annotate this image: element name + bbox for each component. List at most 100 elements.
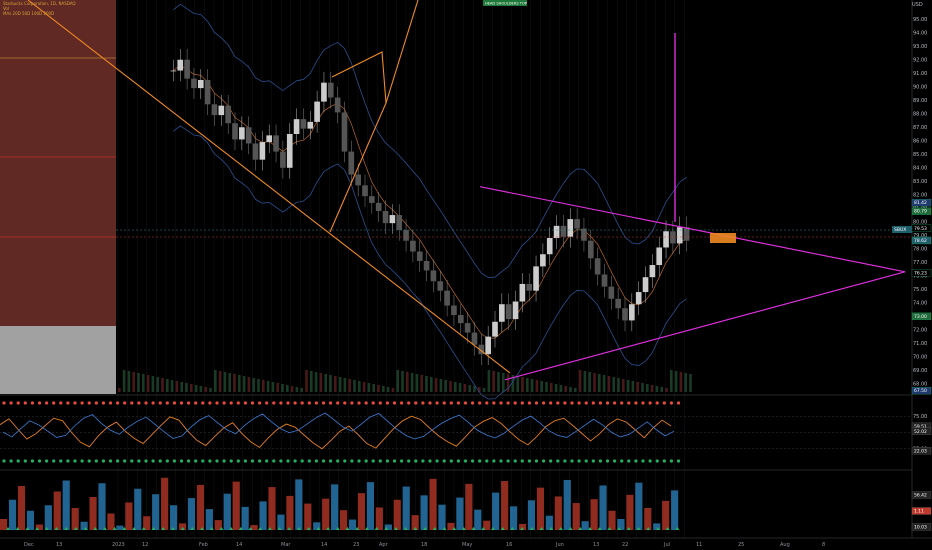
candle-body [423,260,430,271]
osc1-dot-bottom [400,459,404,463]
volume-bar [569,387,572,392]
candle-body [430,270,437,282]
osc1-dot-bottom [613,459,617,463]
candle-body [239,127,245,140]
candle-body [403,229,409,241]
volume-bar [151,376,155,392]
osc1-dot-top [364,401,368,405]
osc2-bar [626,494,634,530]
osc1-dot-top [293,401,297,405]
price-tick-label: 77.00 [913,260,927,266]
volume-bar [655,386,659,392]
osc1-dot-bottom [9,459,13,463]
osc1-dot-top [108,401,113,405]
osc2-bar [161,477,169,530]
osc1-dot-top [343,401,347,405]
osc1-dot-bottom [229,459,233,463]
time-tick-label: 2023 [112,542,125,548]
volume-bar [684,373,687,392]
osc1-dot-top [101,401,105,405]
time-tick-label: Aug [780,542,790,548]
osc1-dot-bottom [286,459,290,463]
osc1-dot-top [300,401,304,405]
candle-body [300,119,307,129]
osc1-dot-top [357,401,361,405]
osc1-dot-bottom [627,459,631,463]
candle-body [581,228,587,241]
osc1-dot-bottom [16,459,20,463]
volume-bar [310,371,313,392]
osc1-dot-bottom [187,459,191,463]
price-tick-label: 71.00 [913,341,927,347]
osc1-dot-top [613,401,617,405]
osc1-dot-bottom [66,459,70,463]
price-tag-label: 81.42 [914,200,927,206]
osc2-bar [527,500,536,530]
osc1-dot-bottom [598,459,603,463]
volume-bar [497,372,500,392]
volume-bar [583,371,587,392]
volume-bar [314,372,318,392]
candle-body [615,298,621,309]
volume-bar [406,372,409,392]
candle-body [444,290,450,306]
osc1-dot-top [236,401,240,405]
volume-bar [142,374,145,392]
volume-bar [319,373,323,392]
osc2-bar [644,508,652,530]
osc1-dot-top [321,401,326,405]
osc1-dot-top [243,401,247,405]
volume-bar [679,372,683,392]
osc1-dot-bottom [108,459,113,463]
volume-bar [262,380,265,392]
osc1-dot-top [272,401,276,405]
price-tick-label: 78.00 [913,247,927,253]
candle-body [334,97,341,113]
volume-bar [276,383,279,392]
candle-body [286,134,293,168]
candle-body [567,219,574,237]
osc1-dot-top [556,401,560,405]
price-tag-label: 73.00 [914,314,927,320]
time-tick-label: Feb [199,542,208,548]
osc1-dot-top [627,401,631,405]
volume-bar [122,370,126,392]
osc2-bar [259,501,267,530]
osc1-dot-top [222,401,226,405]
time-tick-label: 18 [421,542,427,548]
volume-bar [324,374,327,392]
osc1-dot-bottom [513,459,517,463]
volume-bar [574,388,577,392]
volume-bar [286,385,289,392]
osc1-dot-bottom [605,459,610,463]
osc1-dot-top [662,401,666,405]
volume-bar [209,388,212,392]
volume-bar [550,383,553,392]
osc2-bar [232,481,240,530]
volume-bar [377,385,380,392]
osc1-dot-top [485,401,489,405]
candle-body [601,274,608,287]
osc2-bar [429,478,437,530]
osc1-dot-bottom [94,459,98,463]
osc1-dot-bottom [329,459,333,463]
osc2-tag-label: 56.42 [914,493,927,499]
volume-bar [146,375,150,392]
osc1-dot-top [144,401,148,405]
volume-bar [362,382,366,392]
osc1-dot-bottom [300,459,304,463]
osc1-dot-bottom [243,459,247,463]
trading-chart[interactable]: 75.0050.0025.0059.5152.0222.03 56.421.11… [0,0,932,550]
price-tick-label: 75.00 [913,287,927,293]
volume-bar [334,376,337,392]
candle-body [471,332,478,345]
osc2-bar [545,515,553,530]
candle-body [327,82,334,98]
price-tick-label: 68.00 [913,382,927,388]
price-tick-label: 70.00 [913,355,927,361]
volume-bar [607,376,611,392]
volume-bar [588,372,591,392]
volume-bar [242,376,246,392]
osc1-dot-bottom [208,459,212,463]
candle-body [170,70,177,72]
